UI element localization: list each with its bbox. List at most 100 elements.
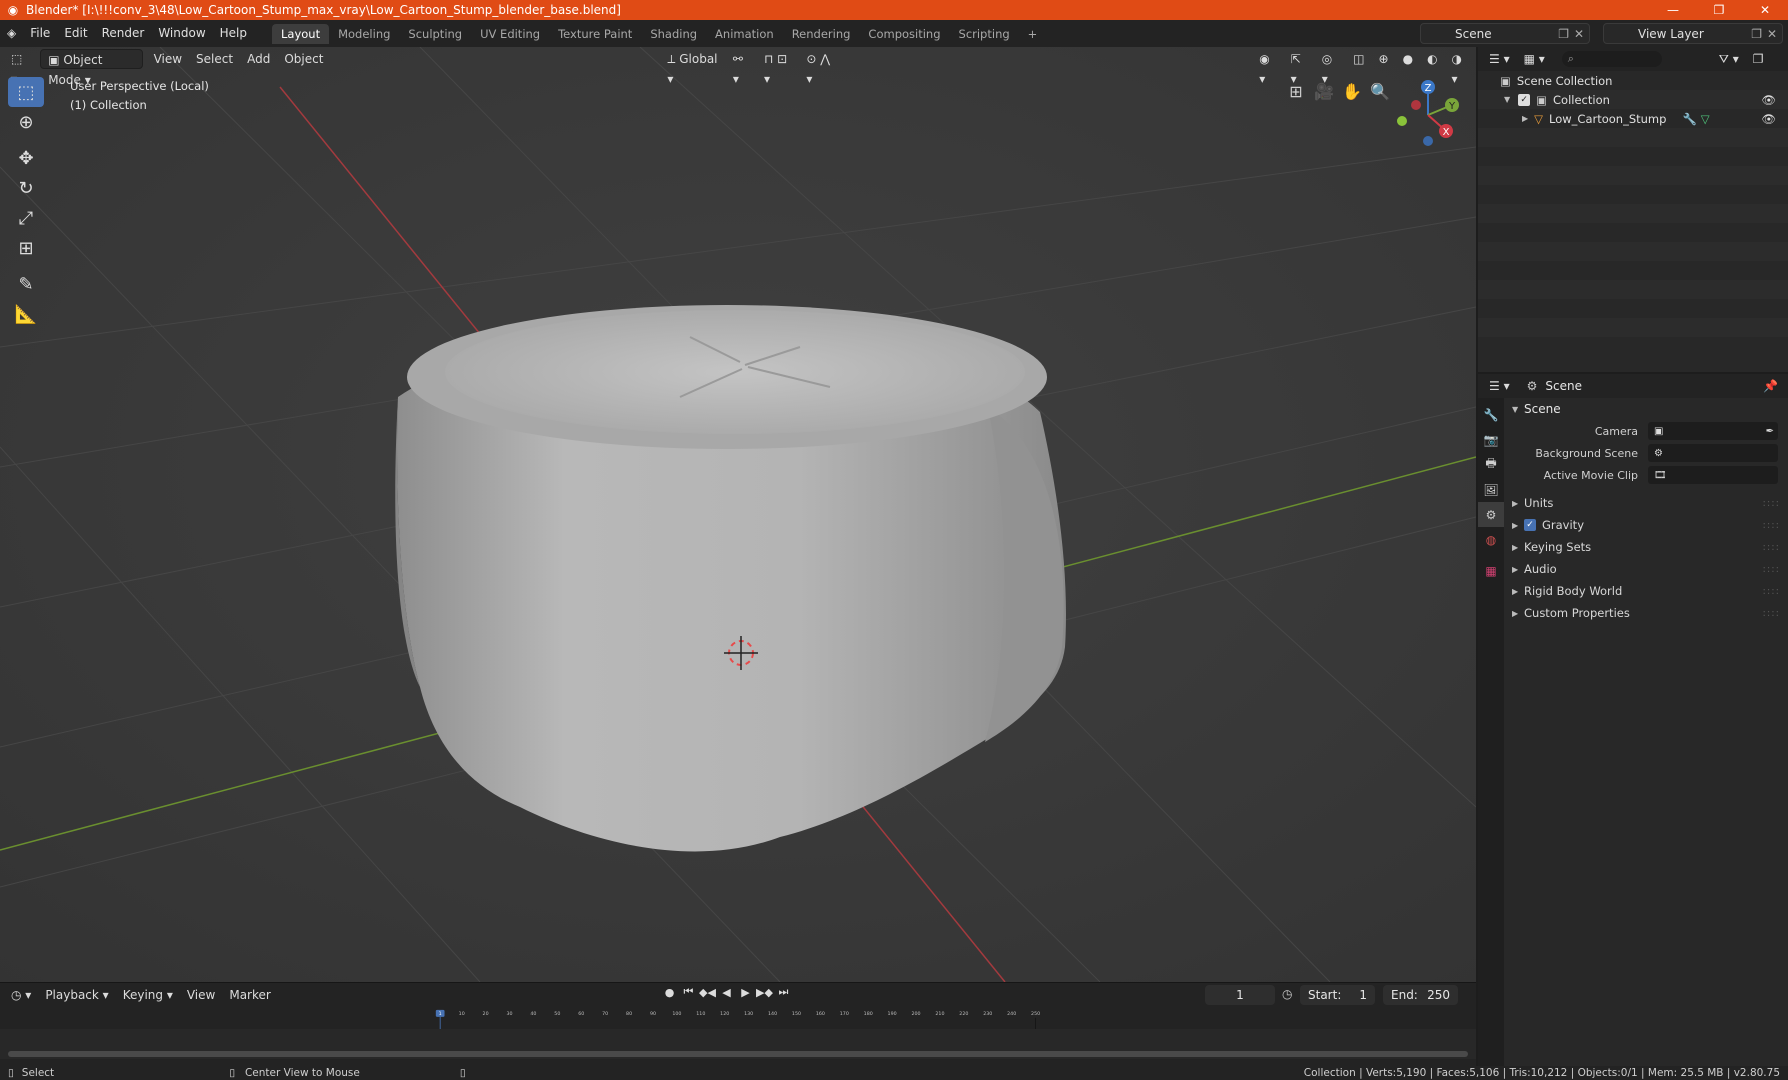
tab-compositing[interactable]: Compositing xyxy=(859,24,949,44)
outliner-editor[interactable]: ☰ ▾ ▦ ▾ ⌕ ⛛ ▾ ❐ ▣ Scene Collection ▼ ✓ ▣… xyxy=(1478,47,1788,372)
select-box-tool-icon[interactable]: ⬚ xyxy=(8,77,44,107)
restore-button[interactable]: ❐ xyxy=(1696,0,1742,20)
object-expand-icon[interactable]: ▶ xyxy=(1522,114,1528,123)
outliner-search-input[interactable]: ⌕ xyxy=(1561,51,1662,67)
editor-type-icon[interactable]: ⬚ ▾ xyxy=(4,49,36,86)
display-mode-icon[interactable]: ▦ ▾ xyxy=(1517,49,1552,69)
properties-editor[interactable]: ☰ ▾ ⚙ Scene 📌 🔧 📷 🖶 🖼 ⚙ ◍ ▦ ▼ Scene Came… xyxy=(1478,374,1788,1066)
jump-keyframe-back-icon[interactable]: ◆◀ xyxy=(698,986,717,999)
active-movie-clip-field[interactable]: 🎞 xyxy=(1648,466,1778,484)
timeline-editor-type-icon[interactable]: ◷ ▾ xyxy=(4,985,38,1005)
record-icon[interactable]: ● xyxy=(660,986,679,999)
pan-hand-icon[interactable]: ✋ xyxy=(1338,77,1366,105)
camera-icon[interactable]: 🎥 xyxy=(1310,77,1338,105)
timeline-editor[interactable]: ◷ ▾ Playback ▾ Keying ▾ View Marker ● ⏮ … xyxy=(0,982,1476,1066)
blender-menu-icon[interactable]: ◈ xyxy=(0,20,23,47)
pivot-point-icon[interactable]: ⚯ ▾ xyxy=(726,49,757,86)
keying-sets-panel-header[interactable]: ▶ Keying Sets :::: xyxy=(1504,536,1788,558)
gravity-checkbox[interactable]: ✓ xyxy=(1524,519,1536,531)
new-collection-icon[interactable]: ❐ xyxy=(1746,49,1771,69)
shading-material-icon[interactable]: ◐ xyxy=(1420,49,1444,69)
scene-selector[interactable]: Scene ❐ ✕ xyxy=(1420,23,1590,44)
end-frame-field[interactable]: End: 250 xyxy=(1383,985,1458,1005)
scene-tab-icon[interactable]: ⚙ xyxy=(1478,502,1504,527)
tab-sculpting[interactable]: Sculpting xyxy=(399,24,471,44)
mesh-data-icon[interactable]: ▽ xyxy=(1701,112,1710,126)
menu-select[interactable]: Select xyxy=(189,49,240,69)
menu-marker[interactable]: Marker xyxy=(222,985,277,1005)
transform-tool-icon[interactable]: ⊞ xyxy=(8,233,44,263)
timeline-scrollbar[interactable] xyxy=(8,1051,1468,1057)
collection-expand-icon[interactable]: ▼ xyxy=(1504,95,1510,104)
shading-rendered-icon[interactable]: ◑ ▾ xyxy=(1445,49,1476,86)
output-tab-icon[interactable]: 🖶 xyxy=(1478,452,1504,477)
move-tool-icon[interactable]: ✥ xyxy=(8,143,44,173)
outliner-row-object[interactable]: ▶ ▽ Low_Cartoon_Stump 🔧 ▽ 👁 xyxy=(1478,109,1788,128)
custom-properties-panel-header[interactable]: ▶ Custom Properties :::: xyxy=(1504,602,1788,624)
menu-view[interactable]: View xyxy=(147,49,189,69)
object-mode-dropdown[interactable]: ▣ Object Mode ▾ xyxy=(40,49,143,87)
snap-icon[interactable]: ⊓ ⊡ ▾ xyxy=(757,49,799,86)
gizmo-toggle-icon[interactable]: ⇱ ▾ xyxy=(1284,49,1315,86)
rigid-body-world-panel-header[interactable]: ▶ Rigid Body World :::: xyxy=(1504,580,1788,602)
rotate-tool-icon[interactable]: ↻ xyxy=(8,173,44,203)
pin-icon[interactable]: 📌 xyxy=(1763,379,1778,393)
object-visibility-icon[interactable]: 👁 xyxy=(1761,112,1776,126)
background-scene-field[interactable]: ⚙ xyxy=(1648,444,1778,462)
close-button[interactable]: ✕ xyxy=(1742,0,1788,20)
gravity-panel-header[interactable]: ▶ ✓ Gravity :::: xyxy=(1504,514,1788,536)
menu-window[interactable]: Window xyxy=(151,20,212,47)
preview-range-icon[interactable]: ◷ xyxy=(1282,987,1292,1001)
tab-scripting[interactable]: Scripting xyxy=(950,24,1019,44)
outliner-editor-type-icon[interactable]: ☰ ▾ xyxy=(1482,49,1517,69)
menu-render[interactable]: Render xyxy=(95,20,152,47)
texture-tab-icon[interactable]: ▦ xyxy=(1478,558,1504,583)
camera-field[interactable]: ▣ ✒ xyxy=(1648,422,1778,440)
jump-end-icon[interactable]: ⏭ xyxy=(774,985,793,999)
measure-tool-icon[interactable]: 📐 xyxy=(8,299,44,329)
3d-viewport[interactable]: ⬚ ▾ ▣ Object Mode ▾ View Select Add Obje… xyxy=(0,47,1476,982)
tab-texture-paint[interactable]: Texture Paint xyxy=(549,24,641,44)
jump-start-icon[interactable]: ⏮ xyxy=(679,985,698,999)
proportional-edit-icon[interactable]: ⊙ ⋀ ▾ xyxy=(799,49,842,86)
outliner-row-scene-collection[interactable]: ▣ Scene Collection xyxy=(1478,71,1788,90)
annotate-tool-icon[interactable]: ✎ xyxy=(8,269,44,299)
xray-icon[interactable]: ◫ xyxy=(1346,49,1371,69)
collection-checkbox[interactable]: ✓ xyxy=(1518,93,1531,106)
current-frame-field[interactable]: 1 xyxy=(1205,985,1275,1005)
filter-icon[interactable]: ⛛ ▾ xyxy=(1712,49,1746,69)
tab-shading[interactable]: Shading xyxy=(641,24,706,44)
menu-timeline-view[interactable]: View xyxy=(180,985,222,1005)
menu-object[interactable]: Object xyxy=(277,49,330,69)
menu-edit[interactable]: Edit xyxy=(57,20,94,47)
audio-panel-header[interactable]: ▶ Audio :::: xyxy=(1504,558,1788,580)
cursor-tool-icon[interactable]: ⊕ xyxy=(8,107,44,137)
world-tab-icon[interactable]: ◍ xyxy=(1478,527,1504,552)
tab-animation[interactable]: Animation xyxy=(706,24,783,44)
tab-modeling[interactable]: Modeling xyxy=(329,24,399,44)
menu-playback[interactable]: Playback ▾ xyxy=(38,985,115,1005)
timeline-ruler[interactable]: 1 10 20 30 40 50 60 70 80 90 100 110 120 130 140 150 160… xyxy=(8,1009,1468,1029)
collection-visibility-icon[interactable]: 👁 xyxy=(1761,93,1776,107)
eyedropper-icon[interactable]: ✒ xyxy=(1766,426,1774,437)
menu-file[interactable]: File xyxy=(23,20,57,47)
outliner-row-collection[interactable]: ▼ ✓ ▣ Collection 👁 xyxy=(1478,90,1788,109)
properties-editor-type-icon[interactable]: ☰ ▾ xyxy=(1482,376,1517,396)
view-layer-tab-icon[interactable]: 🖼 xyxy=(1478,477,1504,502)
shading-wireframe-icon[interactable]: ⊕ xyxy=(1372,49,1396,69)
gizmo-neg-z[interactable] xyxy=(1423,136,1433,146)
menu-help[interactable]: Help xyxy=(213,20,254,47)
minimize-button[interactable]: — xyxy=(1650,0,1696,20)
navigation-gizmo[interactable]: Z Y X xyxy=(1388,75,1468,155)
visibility-icon[interactable]: ◉ ▾ xyxy=(1252,49,1283,86)
start-frame-field[interactable]: Start: 1 xyxy=(1300,985,1375,1005)
delete-scene-icon[interactable]: ✕ xyxy=(1574,27,1584,41)
tab-uv-editing[interactable]: UV Editing xyxy=(471,24,549,44)
tab-layout[interactable]: Layout xyxy=(272,23,330,44)
play-reverse-icon[interactable]: ◀ xyxy=(717,986,736,999)
scene-panel-header[interactable]: ▼ Scene xyxy=(1504,398,1788,420)
new-view-layer-icon[interactable]: ❐ xyxy=(1751,27,1762,41)
play-icon[interactable]: ▶ xyxy=(736,986,755,999)
delete-view-layer-icon[interactable]: ✕ xyxy=(1767,27,1777,41)
modifier-wrench-icon[interactable]: 🔧 xyxy=(1682,112,1696,126)
